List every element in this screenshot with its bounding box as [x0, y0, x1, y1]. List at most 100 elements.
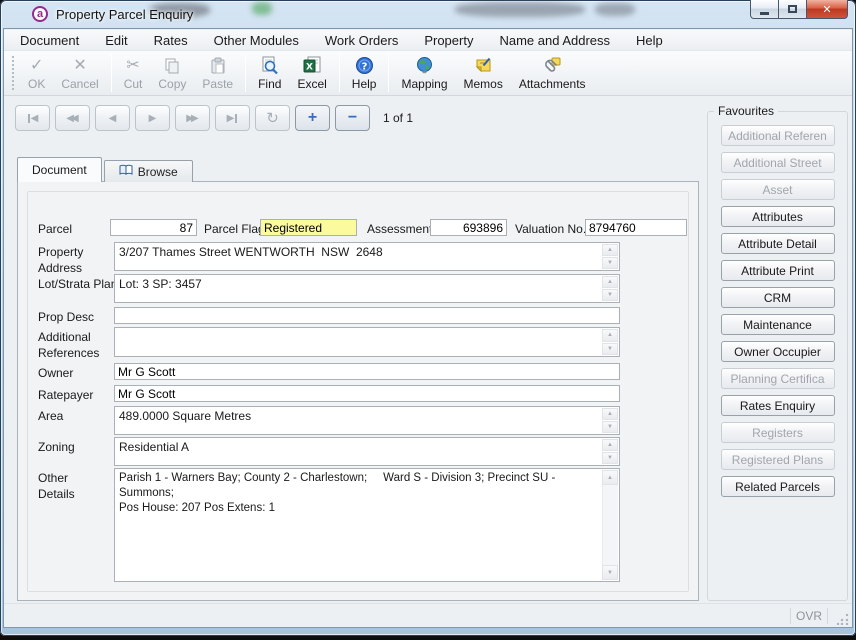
cancel-button[interactable]: ✕ Cancel [53, 52, 106, 94]
menu-other-modules[interactable]: Other Modules [201, 33, 312, 48]
valuation-no-label: Valuation No. [515, 221, 586, 237]
app-window: a Property Parcel Enquiry ✕ Document Edi… [0, 0, 856, 636]
nav-last-button[interactable]: ▶ [215, 105, 250, 131]
clipboard-icon [209, 55, 227, 76]
favourite-registers-button[interactable]: Registers [721, 422, 835, 443]
title-bar[interactable]: a Property Parcel Enquiry ✕ [0, 0, 856, 28]
toolbar-separator [111, 54, 112, 92]
open-book-icon [119, 164, 133, 179]
favourite-registered-plans-button[interactable]: Registered Plans [721, 449, 835, 470]
assessment-field[interactable] [430, 219, 507, 236]
toolbar: ✓ OK ✕ Cancel ✂ Cut Copy [4, 50, 852, 96]
minimize-icon [760, 12, 769, 15]
favourite-maintenance-button[interactable]: Maintenance [721, 314, 835, 335]
prop-desc-field[interactable] [114, 307, 620, 324]
maximize-icon [788, 5, 797, 13]
menu-bar: Document Edit Rates Other Modules Work O… [4, 30, 852, 50]
add-record-button[interactable]: + [295, 105, 330, 131]
favourite-planning-certificate-button[interactable]: Planning Certifica [721, 368, 835, 389]
nav-prev-fast-button[interactable]: ◀◀ [55, 105, 90, 131]
owner-label: Owner [38, 365, 73, 381]
memo-note-icon [474, 55, 493, 76]
copy-button[interactable]: Copy [150, 52, 194, 94]
menu-help[interactable]: Help [623, 33, 676, 48]
ok-check-icon: ✓ [30, 55, 43, 76]
favourite-attribute-print-button[interactable]: Attribute Print [721, 260, 835, 281]
menu-document[interactable]: Document [7, 33, 92, 48]
mapping-button[interactable]: Mapping [393, 52, 455, 94]
favourite-attributes-button[interactable]: Attributes [721, 206, 835, 227]
favourite-rates-enquiry-button[interactable]: Rates Enquiry [721, 395, 835, 416]
field-scrollbar[interactable]: ▲▼ [602, 470, 618, 580]
ok-button[interactable]: ✓ OK [20, 52, 53, 94]
excel-button[interactable]: X Excel [289, 52, 334, 94]
nav-next-fast-button[interactable]: ▶▶ [175, 105, 210, 131]
paste-button[interactable]: Paste [194, 52, 241, 94]
minimize-button[interactable] [750, 0, 779, 19]
lot-strata-plan-field[interactable]: Lot: 3 SP: 3457 ▲▼ [114, 274, 620, 303]
tab-browse[interactable]: Browse [104, 160, 193, 182]
zoning-label: Zoning [38, 439, 75, 455]
nav-next-button[interactable]: ▶ [135, 105, 170, 131]
field-scrollbar[interactable]: ▲▼ [602, 276, 618, 301]
favourite-attribute-detail-button[interactable]: Attribute Detail [721, 233, 835, 254]
ratepayer-field[interactable] [114, 385, 620, 402]
favourite-additional-references-button[interactable]: Additional Referen [721, 125, 835, 146]
favourites-groupbox: Favourites Additional Referen Additional… [707, 111, 848, 601]
close-button[interactable]: ✕ [806, 0, 848, 19]
tab-document[interactable]: Document [17, 157, 102, 182]
favourite-asset-button[interactable]: Asset [721, 179, 835, 200]
other-details-field[interactable]: Parish 1 - Warners Bay; County 2 - Charl… [114, 468, 620, 582]
field-scrollbar[interactable]: ▲▼ [602, 408, 618, 433]
cancel-x-icon: ✕ [73, 55, 86, 76]
menu-work-orders[interactable]: Work Orders [312, 33, 411, 48]
field-scrollbar[interactable]: ▲▼ [602, 244, 618, 269]
parcel-flag-label: Parcel Flag [204, 221, 265, 237]
scroll-up-icon: ▲ [602, 470, 618, 485]
favourite-owner-occupier-button[interactable]: Owner Occupier [721, 341, 835, 362]
owner-field[interactable] [114, 363, 620, 380]
nav-prev-icon: ◀ [109, 113, 117, 124]
field-scrollbar[interactable]: ▲▼ [602, 439, 618, 464]
find-button[interactable]: Find [250, 52, 289, 94]
resize-grip[interactable] [837, 613, 849, 625]
attachments-button[interactable]: Attachments [511, 52, 594, 94]
scroll-down-icon: ▼ [602, 565, 618, 580]
record-navigator: ◀ ◀◀ ◀ ▶ ▶▶ ▶ ↻ + − 1 of 1 [15, 105, 413, 131]
menu-edit[interactable]: Edit [92, 33, 140, 48]
additional-references-label: AdditionalReferences [38, 329, 99, 361]
scroll-up-icon: ▲ [602, 439, 618, 451]
help-circle-icon: ? [355, 55, 374, 76]
nav-prev-button[interactable]: ◀ [95, 105, 130, 131]
favourite-additional-street-button[interactable]: Additional Street [721, 152, 835, 173]
copy-pages-icon [163, 55, 181, 76]
nav-first-button[interactable]: ◀ [15, 105, 50, 131]
parcel-field[interactable] [110, 219, 197, 236]
valuation-no-field[interactable] [585, 219, 687, 236]
refresh-button[interactable]: ↻ [255, 105, 290, 131]
zoning-field[interactable]: Residential A ▲▼ [114, 437, 620, 466]
menu-rates[interactable]: Rates [141, 33, 201, 48]
help-button[interactable]: ? Help [344, 52, 385, 94]
property-address-field[interactable]: 3/207 Thames Street WENTWORTH NSW 2648 ▲… [114, 242, 620, 271]
magnifier-page-icon [260, 55, 279, 76]
favourite-crm-button[interactable]: CRM [721, 287, 835, 308]
scroll-down-icon: ▼ [602, 257, 618, 269]
favourite-related-parcels-button[interactable]: Related Parcels [721, 476, 835, 497]
menu-property[interactable]: Property [411, 33, 486, 48]
record-position: 1 of 1 [383, 111, 413, 125]
field-scrollbar[interactable]: ▲▼ [602, 329, 618, 355]
delete-record-button[interactable]: − [335, 105, 370, 131]
nav-next-fast-icon: ▶▶ [186, 113, 195, 124]
scroll-up-icon: ▲ [602, 408, 618, 420]
cut-button[interactable]: ✂ Cut [116, 52, 151, 94]
toolbar-grip[interactable] [12, 56, 14, 90]
area-field[interactable]: 489.0000 Square Metres ▲▼ [114, 406, 620, 435]
memos-button[interactable]: Memos [456, 52, 511, 94]
maximize-button[interactable] [779, 0, 806, 19]
additional-references-field[interactable]: ▲▼ [114, 327, 620, 357]
toolbar-separator [245, 54, 246, 92]
scroll-down-icon: ▼ [602, 289, 618, 301]
parcel-flag-field[interactable] [260, 219, 357, 236]
menu-name-and-address[interactable]: Name and Address [486, 33, 623, 48]
